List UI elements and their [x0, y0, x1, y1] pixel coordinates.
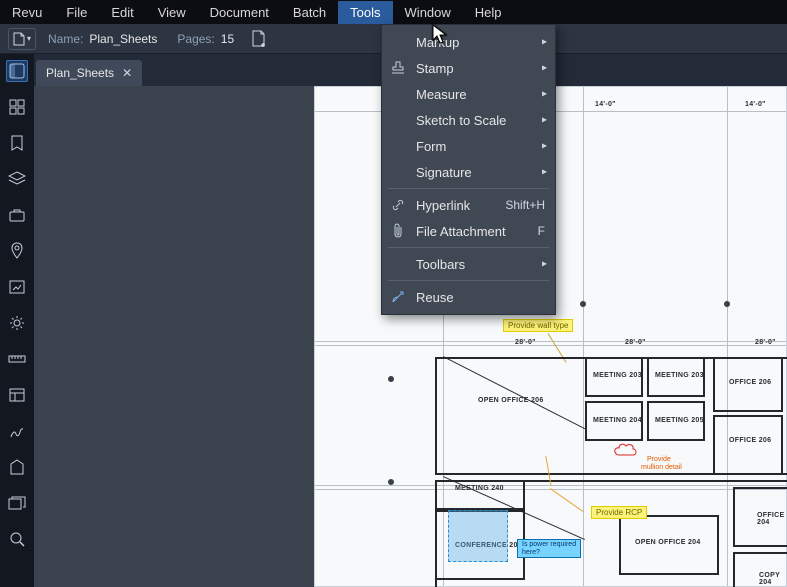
menu-item-toolbars[interactable]: Toolbars ▸ [382, 251, 555, 277]
room-label: MEETING 205 [655, 417, 704, 424]
menu-bar: Revu File Edit View Document Batch Tools… [0, 0, 787, 24]
link-icon [390, 197, 406, 213]
stamp-icon [390, 60, 406, 76]
menu-item-label: Hyperlink [416, 198, 470, 213]
dim-label: 28'-0" [625, 339, 646, 346]
layers-icon[interactable] [6, 168, 28, 190]
doc-pages-value: 15 [221, 32, 234, 46]
links-icon[interactable] [6, 276, 28, 298]
callout-rcp[interactable]: Provide RCP [591, 506, 647, 519]
dim-label: 14'-0" [745, 101, 766, 108]
menu-revu[interactable]: Revu [0, 1, 54, 24]
room-label: MEETING 204 [593, 417, 642, 424]
dim-label: 28'-0" [755, 339, 776, 346]
menu-separator [388, 247, 549, 248]
chevron-right-icon: ▸ [542, 167, 547, 178]
menu-item-sketch[interactable]: Sketch to Scale ▸ [382, 107, 555, 133]
chevron-right-icon: ▸ [542, 115, 547, 126]
menu-item-label: Measure [416, 87, 467, 102]
menu-item-stamp[interactable]: Stamp ▸ [382, 55, 555, 81]
measurements-icon[interactable] [6, 348, 28, 370]
menu-window[interactable]: Window [393, 1, 463, 24]
menu-item-label: Signature [416, 165, 472, 180]
room-label: OFFICE 206 [729, 379, 771, 386]
room-label: OFFICE 204 [757, 512, 786, 526]
menu-item-label: Stamp [416, 61, 454, 76]
callout-power[interactable]: Is power required here? [517, 539, 581, 558]
doc-name-value: Plan_Sheets [89, 32, 157, 46]
toolchest-icon[interactable] [6, 204, 28, 226]
menu-file[interactable]: File [54, 1, 99, 24]
menu-item-signature[interactable]: Signature ▸ [382, 159, 555, 185]
left-panel-icons [0, 54, 34, 587]
close-icon[interactable]: ✕ [122, 66, 132, 80]
add-page-icon [251, 30, 267, 48]
callout-wall-type[interactable]: Provide wall type [503, 319, 573, 332]
room-label: MEETING 203 [655, 372, 704, 379]
menu-separator [388, 280, 549, 281]
forms-icon[interactable] [6, 456, 28, 478]
markups-list-icon[interactable] [6, 384, 28, 406]
dim-label: 28'-0" [515, 339, 536, 346]
room-label: OPEN OFFICE 204 [635, 539, 701, 546]
menu-separator [388, 188, 549, 189]
chevron-down-icon: ▾ [27, 34, 31, 43]
chevron-right-icon: ▸ [542, 63, 547, 74]
menu-item-label: Reuse [416, 290, 454, 305]
menu-item-label: File Attachment [416, 224, 506, 239]
chevron-right-icon: ▸ [542, 259, 547, 270]
menu-item-label: Sketch to Scale [416, 113, 506, 128]
menu-item-file-attachment[interactable]: File Attachment F [382, 218, 555, 244]
tab-plan-sheets[interactable]: Plan_Sheets ✕ [36, 60, 142, 86]
sets-icon[interactable] [6, 492, 28, 514]
tools-dropdown: Markup▸ Stamp ▸ Measure ▸ Sketch to Scale ▸… [381, 24, 556, 315]
menu-edit[interactable]: Edit [99, 1, 145, 24]
menu-item-measure[interactable]: Measure ▸ [382, 81, 555, 107]
doc-name-label: Name: [48, 32, 83, 46]
paperclip-icon [390, 223, 406, 239]
room-label: MEETING 240 [455, 485, 504, 492]
properties-icon[interactable] [6, 312, 28, 334]
page-icon [13, 32, 25, 46]
chevron-right-icon: ▸ [542, 89, 547, 100]
room-label: COPY 204 [759, 572, 786, 586]
menu-shortcut: Shift+H [505, 198, 545, 212]
places-icon[interactable] [6, 240, 28, 262]
callout-text: here? [522, 549, 540, 556]
menu-view[interactable]: View [146, 1, 198, 24]
highlight-area[interactable] [448, 510, 508, 562]
panel-access-icon[interactable] [6, 60, 28, 82]
menu-help[interactable]: Help [463, 1, 514, 24]
cloud-markup[interactable] [613, 439, 641, 459]
menu-batch[interactable]: Batch [281, 1, 338, 24]
bookmarks-icon[interactable] [6, 132, 28, 154]
menu-document[interactable]: Document [198, 1, 281, 24]
menu-item-label: Form [416, 139, 446, 154]
dim-label: 14'-0" [595, 101, 616, 108]
menu-item-markup[interactable]: Markup▸ [382, 29, 555, 55]
search-icon[interactable] [6, 528, 28, 550]
thumbnails-icon[interactable] [6, 96, 28, 118]
menu-item-label: Toolbars [416, 257, 465, 272]
menu-item-hyperlink[interactable]: Hyperlink Shift+H [382, 192, 555, 218]
chevron-right-icon: ▸ [542, 37, 547, 48]
menu-item-form[interactable]: Form ▸ [382, 133, 555, 159]
signatures-panel-icon[interactable] [6, 420, 28, 442]
room-label: OFFICE 206 [729, 437, 771, 444]
callout-mullion[interactable]: mullion detail [637, 463, 686, 472]
add-page-button[interactable] [248, 28, 270, 50]
callout-text: Is power required [522, 541, 576, 548]
mouse-cursor [432, 24, 448, 51]
document-dropdown-button[interactable]: ▾ [8, 28, 36, 50]
room-label: MEETING 203 [593, 372, 642, 379]
reuse-icon [390, 289, 406, 305]
menu-tools[interactable]: Tools [338, 1, 392, 24]
chevron-right-icon: ▸ [542, 141, 547, 152]
doc-pages-label: Pages: [177, 32, 214, 46]
menu-item-reuse[interactable]: Reuse [382, 284, 555, 310]
menu-shortcut: F [538, 224, 545, 238]
tab-label: Plan_Sheets [46, 66, 114, 80]
